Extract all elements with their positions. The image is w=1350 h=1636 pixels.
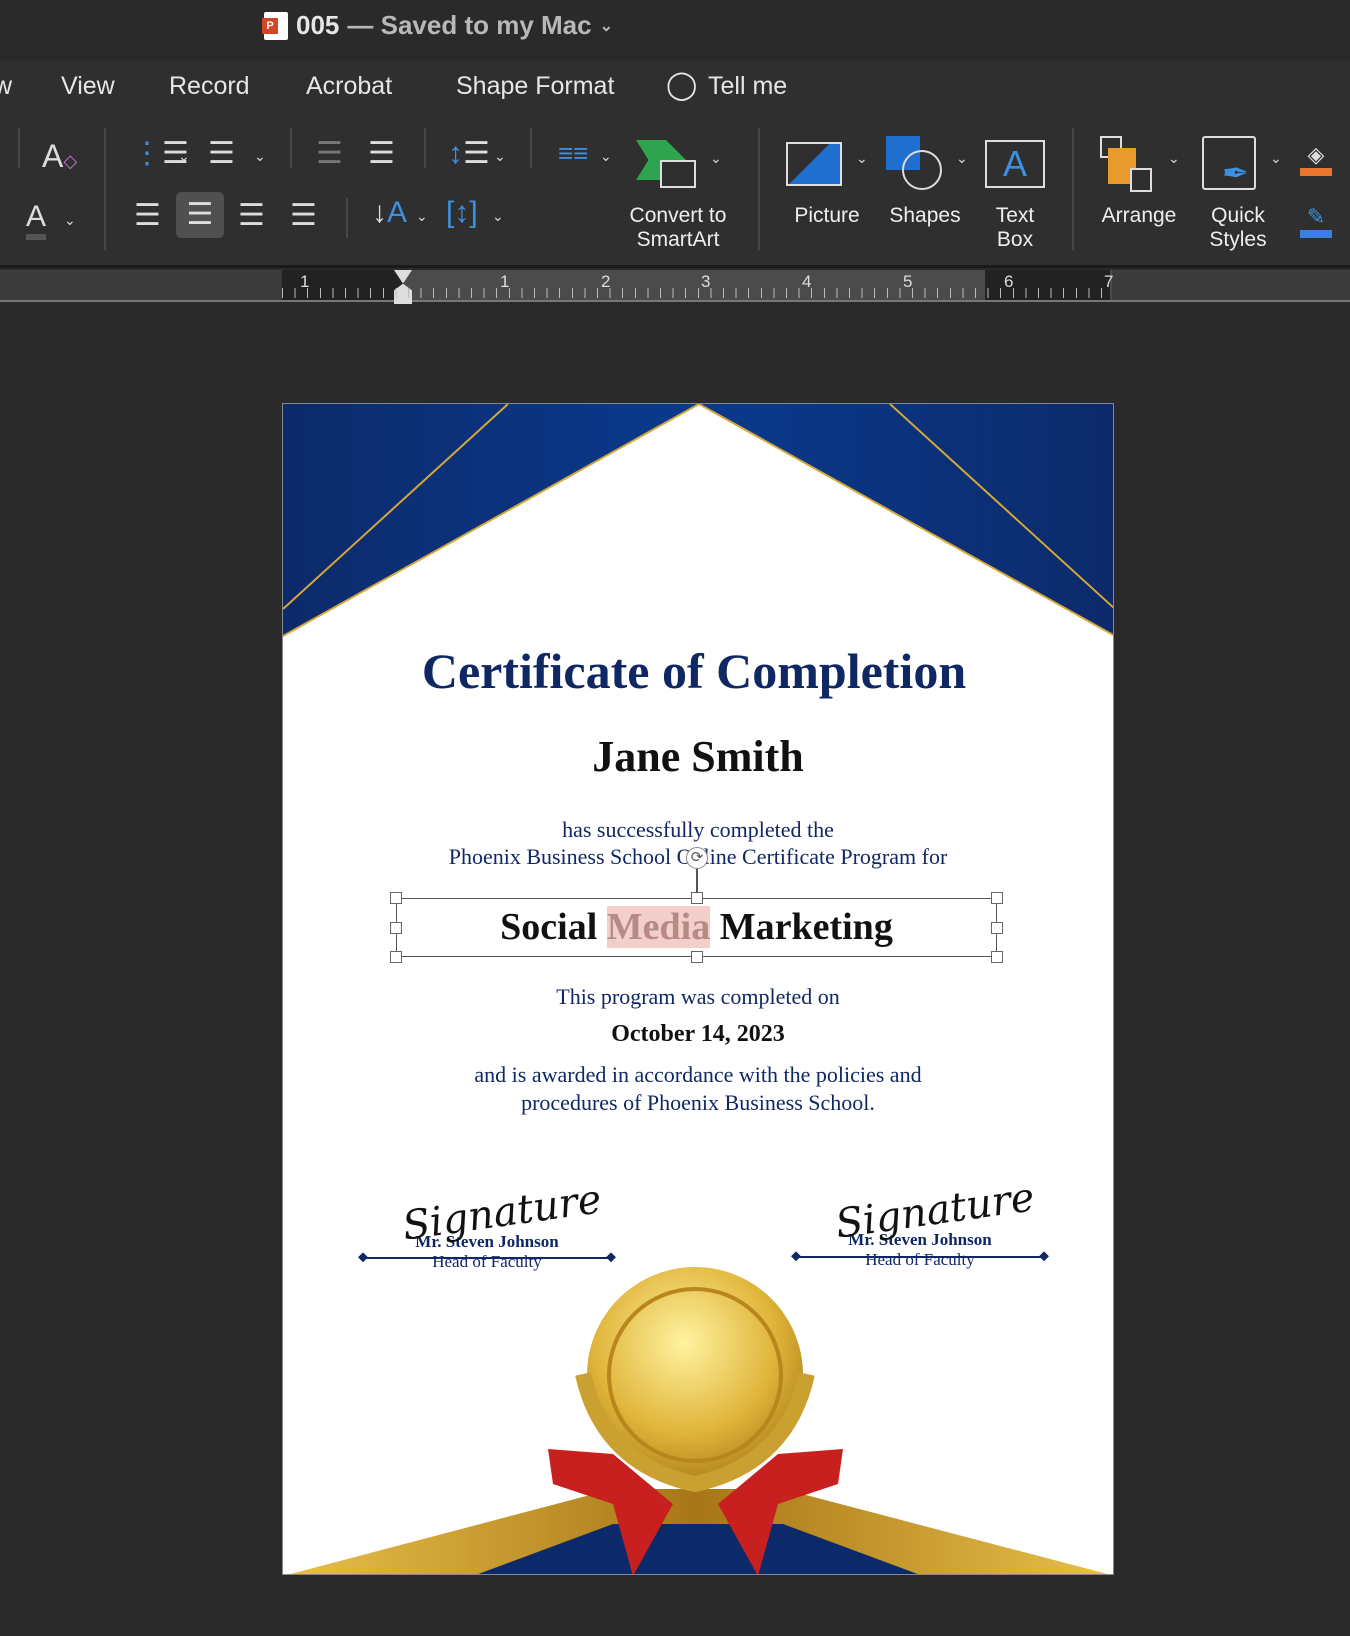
tab-view[interactable]: View: [61, 72, 115, 101]
shape-outline-icon[interactable]: ✎: [1300, 204, 1332, 238]
convert-to-smartart-button[interactable]: Convert to SmartArt: [618, 204, 738, 252]
tell-me[interactable]: Tell me: [708, 72, 787, 101]
signature-block-left: Signature Mr. Steven Johnson Head of Fac…: [362, 1176, 612, 1272]
save-status: — Saved to my Mac: [347, 10, 592, 40]
completion-date: October 14, 2023: [611, 1021, 785, 1047]
award-line-2: procedures of Phoenix Business School.: [521, 1090, 875, 1115]
align-text-icon[interactable]: [↕]: [446, 196, 478, 230]
align-center-icon[interactable]: ☰: [176, 192, 224, 238]
rotate-handle[interactable]: ⟳: [686, 847, 708, 869]
menu-bar: w View Record Acrobat Shape Format ◯ Tel…: [0, 60, 1350, 120]
picture-button[interactable]: Picture: [784, 204, 870, 228]
completed-on-label: This program was completed on: [556, 984, 840, 1009]
tab-acrobat[interactable]: Acrobat: [306, 72, 392, 101]
shape-fill-icon[interactable]: ◈: [1300, 142, 1332, 176]
program-word: Marketing: [719, 906, 893, 948]
resize-handle[interactable]: [390, 951, 402, 963]
tab-review[interactable]: w: [0, 72, 12, 101]
brush-icon: ✒: [1222, 155, 1249, 191]
completion-line-1: has successfully completed the: [562, 817, 834, 842]
align-left-icon[interactable]: ☰: [134, 198, 161, 233]
shapes-button[interactable]: Shapes: [884, 204, 966, 228]
font-color-icon[interactable]: A: [26, 200, 47, 240]
horizontal-ruler[interactable]: 1 1 2 3 4 5 6 7: [0, 270, 1350, 304]
recipient-name: Jane Smith: [592, 732, 804, 781]
text-box-icon[interactable]: A: [985, 140, 1045, 188]
picture-icon[interactable]: [786, 142, 842, 186]
quick-styles-button[interactable]: Quick Styles: [1196, 204, 1280, 252]
document-title[interactable]: P 005 — Saved to my Mac ⌄: [262, 10, 613, 41]
text-box-button[interactable]: Text Box: [982, 204, 1048, 252]
numbering-icon[interactable]: ☰: [208, 136, 235, 171]
program-word: Social: [500, 906, 598, 948]
align-right-icon[interactable]: ☰: [238, 198, 265, 233]
resize-handle[interactable]: [691, 951, 703, 963]
decrease-indent-icon[interactable]: ☰: [316, 136, 343, 171]
selected-text[interactable]: Media: [606, 906, 711, 948]
resize-handle[interactable]: [390, 922, 402, 934]
signature-block-right: Signature Mr. Steven Johnson Head of Fac…: [795, 1174, 1045, 1270]
signer-role: Head of Faculty: [865, 1250, 975, 1269]
resize-handle[interactable]: [991, 922, 1003, 934]
certificate-title: Certificate of Completion: [421, 643, 967, 699]
text-direction-icon[interactable]: ↓A: [372, 196, 407, 230]
certificate-slide[interactable]: Certificate of Completion Jane Smith has…: [282, 403, 1114, 1575]
clear-formatting-icon[interactable]: A◇: [42, 138, 77, 175]
chevron-down-icon: ⌄: [599, 17, 613, 35]
line-spacing-icon[interactable]: ↕☰: [448, 136, 490, 171]
tab-record[interactable]: Record: [169, 72, 250, 101]
columns-icon[interactable]: ≡≡: [558, 138, 588, 169]
powerpoint-icon: P: [262, 11, 288, 40]
resize-handle[interactable]: [991, 951, 1003, 963]
title-bar: P 005 — Saved to my Mac ⌄: [0, 0, 1350, 60]
resize-handle[interactable]: [991, 892, 1003, 904]
ribbon: A◇ A ⌄ ⋮☰ ⌄ ☰ ⌄ ☰ ☰ ↕☰ ⌄ ≡≡ ⌄ ☰ ☰ ☰ ☰ ↓A…: [0, 120, 1350, 268]
resize-handle[interactable]: [691, 892, 703, 904]
award-line-1: and is awarded in accordance with the po…: [474, 1062, 922, 1087]
tab-shape-format[interactable]: Shape Format: [456, 72, 614, 101]
justify-icon[interactable]: ☰: [290, 198, 317, 233]
increase-indent-icon[interactable]: ☰: [368, 136, 395, 171]
lightbulb-icon: ◯: [666, 69, 698, 100]
arrange-button[interactable]: Arrange: [1094, 204, 1184, 228]
signer-role: Head of Faculty: [432, 1252, 542, 1271]
resize-handle[interactable]: [390, 892, 402, 904]
file-name: 005: [296, 10, 340, 40]
program-text-box[interactable]: Social Media Marketing ⟳: [390, 847, 1003, 963]
